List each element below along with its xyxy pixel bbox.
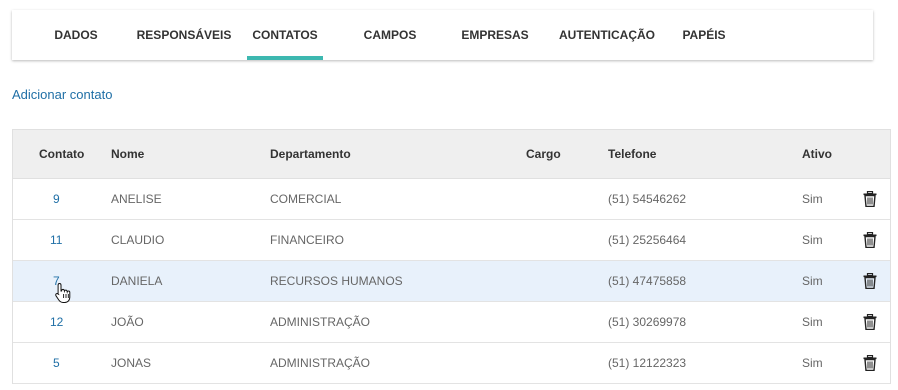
- contact-department: ADMINISTRAÇÃO: [270, 356, 371, 370]
- contacts-table: Contato Nome Departamento Cargo Telefone…: [12, 129, 891, 384]
- tab-empresas[interactable]: EMPRESAS: [452, 10, 538, 60]
- tab-campos[interactable]: CAMPOS: [352, 10, 428, 60]
- contact-id-link[interactable]: 5: [53, 343, 60, 383]
- contact-phone: (51) 30269978: [608, 315, 687, 329]
- contact-phone: (51) 25256464: [608, 233, 687, 247]
- table-row[interactable]: 12 JOÃO ADMINISTRAÇÃO (51) 30269978 Sim: [13, 302, 890, 343]
- table-row[interactable]: 11 CLAUDIO FINANCEIRO (51) 25256464 Sim: [13, 220, 890, 261]
- table-header: Contato Nome Departamento Cargo Telefone…: [13, 130, 890, 179]
- tab-label: DADOS: [54, 28, 98, 42]
- header-departamento[interactable]: Departamento: [270, 130, 351, 178]
- tab-contatos[interactable]: CONTATOS: [247, 10, 323, 60]
- contact-active: Sim: [802, 356, 823, 370]
- contact-name: ANELISE: [111, 192, 162, 206]
- tab-dados[interactable]: DADOS: [40, 10, 112, 60]
- contact-active: Sim: [802, 274, 823, 288]
- trash-icon[interactable]: [863, 232, 877, 248]
- header-contato[interactable]: Contato: [39, 130, 84, 178]
- tab-bar: DADOS RESPONSÁVEIS CONTATOS CAMPOS EMPRE…: [12, 10, 873, 60]
- contact-id-link[interactable]: 11: [50, 220, 62, 260]
- header-telefone[interactable]: Telefone: [608, 130, 656, 178]
- add-contact-link[interactable]: Adicionar contato: [12, 87, 112, 102]
- header-cargo[interactable]: Cargo: [526, 130, 561, 178]
- tab-responsaveis[interactable]: RESPONSÁVEIS: [136, 10, 232, 60]
- trash-icon[interactable]: [863, 191, 877, 207]
- trash-icon[interactable]: [863, 355, 877, 371]
- contact-id-link[interactable]: 12: [50, 302, 63, 342]
- tab-label: AUTENTICAÇÃO: [559, 28, 655, 42]
- contact-active: Sim: [802, 233, 823, 247]
- contact-phone: (51) 54546262: [608, 192, 687, 206]
- contact-department: FINANCEIRO: [270, 233, 345, 247]
- table-row[interactable]: 9 ANELISE COMERCIAL (51) 54546262 Sim: [13, 179, 890, 220]
- contact-department: COMERCIAL: [270, 192, 342, 206]
- tab-papeis[interactable]: PAPÉIS: [677, 10, 731, 60]
- tab-label: RESPONSÁVEIS: [136, 28, 232, 42]
- contact-name: CLAUDIO: [111, 233, 165, 247]
- tab-label: EMPRESAS: [461, 28, 529, 42]
- trash-icon[interactable]: [863, 314, 877, 330]
- contact-id-link[interactable]: 9: [53, 179, 60, 219]
- header-ativo[interactable]: Ativo: [802, 130, 832, 178]
- contact-phone: (51) 12122323: [608, 356, 687, 370]
- contact-phone: (51) 47475858: [608, 274, 687, 288]
- tab-label: PAPÉIS: [682, 28, 726, 42]
- tab-label: CONTATOS: [252, 28, 318, 42]
- contact-department: RECURSOS HUMANOS: [270, 274, 403, 288]
- contact-name: DANIELA: [111, 274, 163, 288]
- contact-id-link[interactable]: 7: [53, 261, 60, 301]
- trash-icon[interactable]: [863, 273, 877, 289]
- header-nome[interactable]: Nome: [111, 130, 144, 178]
- contact-active: Sim: [802, 192, 823, 206]
- active-tab-indicator: [247, 56, 323, 60]
- contact-active: Sim: [802, 315, 823, 329]
- contact-name: JOÃO: [111, 315, 144, 329]
- table-row[interactable]: 5 JONAS ADMINISTRAÇÃO (51) 12122323 Sim: [13, 343, 890, 384]
- contact-department: ADMINISTRAÇÃO: [270, 315, 371, 329]
- table-row[interactable]: 7 DANIELA RECURSOS HUMANOS (51) 47475858…: [13, 261, 890, 302]
- tab-autenticacao[interactable]: AUTENTICAÇÃO: [552, 10, 662, 60]
- contact-name: JONAS: [111, 356, 152, 370]
- tab-label: CAMPOS: [363, 28, 417, 42]
